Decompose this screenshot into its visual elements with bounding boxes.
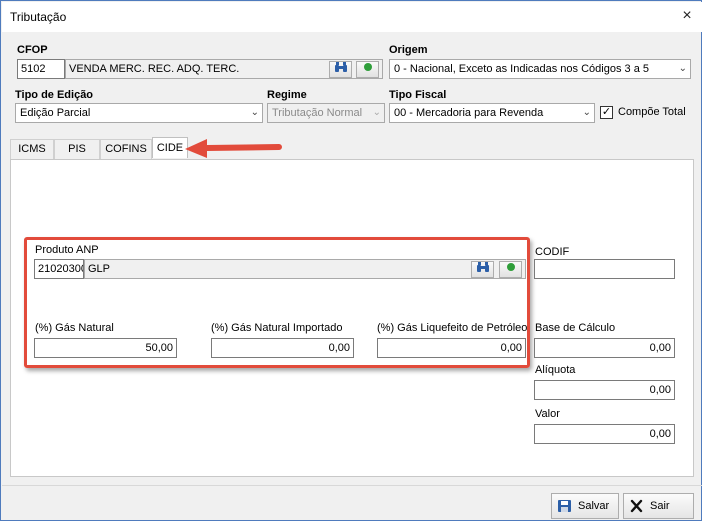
glp-label: (%) Gás Liquefeito de Petróleo [377,322,528,334]
base-calculo-label: Base de Cálculo [535,322,616,334]
chevron-down-icon: ⌄ [372,107,381,118]
aliquota-label: Alíquota [535,364,576,376]
produto-anp-code-input[interactable]: 210203001 [34,259,84,279]
cfop-search-button[interactable] [329,61,352,78]
save-button-label: Salvar [578,500,610,512]
tipo-edicao-label: Tipo de Edição [15,89,94,101]
tab-icms[interactable]: ICMS [10,139,54,159]
cfop-description: VENDA MERC. REC. ADQ. TERC. [69,63,240,75]
origem-select[interactable]: 0 - Nacional, Exceto as Indicadas nos Có… [389,59,691,79]
tipo-fiscal-label: Tipo Fiscal [389,89,447,101]
glp-input[interactable]: 0,00 [377,338,526,358]
regime-select: Tributação Normal ⌄ [267,103,385,123]
produto-anp-label: Produto ANP [35,244,99,256]
add-icon [363,63,372,71]
chevron-down-icon: ⌄ [582,107,591,118]
exit-button[interactable]: Sair [623,493,694,519]
close-icon[interactable]: × [674,5,700,27]
title-bar: Tributação × [2,2,702,32]
produto-anp-description: GLP [88,263,111,275]
produto-anp-description-field: GLP [84,259,526,279]
tipo-edicao-value: Edição Parcial [20,107,91,119]
binoculars-icon [476,262,489,272]
tipo-fiscal-value: 00 - Mercadoria para Revenda [394,107,544,119]
tab-cofins[interactable]: COFINS [100,139,152,159]
cfop-add-button[interactable] [356,61,379,78]
regime-label: Regime [267,89,307,101]
valor-input[interactable]: 0,00 [534,424,675,444]
regime-value: Tributação Normal [272,107,363,119]
gas-natural-importado-label: (%) Gás Natural Importado [211,322,343,334]
annotation-arrow [185,139,282,158]
close-icon [630,499,643,513]
save-button[interactable]: Salvar [551,493,619,519]
compoe-total-checkbox[interactable]: ✓ [600,106,613,119]
gas-natural-label: (%) Gás Natural [35,322,114,334]
tab-pis[interactable]: PIS [54,139,100,159]
chevron-down-icon: ⌄ [678,63,687,74]
save-icon [558,500,571,512]
gas-natural-input[interactable]: 50,00 [34,338,177,358]
exit-button-label: Sair [650,500,670,512]
codif-label: CODIF [535,246,570,258]
cfop-label: CFOP [17,44,48,56]
produto-anp-add-button[interactable] [499,261,522,278]
footer-divider [2,485,702,486]
codif-input[interactable] [534,259,675,279]
compoe-total-label: Compõe Total [618,106,686,118]
tipo-edicao-select[interactable]: Edição Parcial ⌄ [15,103,263,123]
window-title: Tributação [10,10,67,24]
base-calculo-input[interactable]: 0,00 [534,338,675,358]
chevron-down-icon: ⌄ [250,107,259,118]
gas-natural-importado-input[interactable]: 0,00 [211,338,354,358]
aliquota-input[interactable]: 0,00 [534,380,675,400]
tipo-fiscal-select[interactable]: 00 - Mercadoria para Revenda ⌄ [389,103,595,123]
origem-value: 0 - Nacional, Exceto as Indicadas nos Có… [394,63,649,75]
binoculars-icon [334,62,347,72]
produto-anp-search-button[interactable] [471,261,494,278]
origem-label: Origem [389,44,428,56]
dialog-window: Tributação × CFOP 5102 VENDA MERC. REC. … [0,0,702,521]
cfop-code-input[interactable]: 5102 [17,59,65,79]
valor-label: Valor [535,408,560,420]
add-icon [506,263,515,271]
